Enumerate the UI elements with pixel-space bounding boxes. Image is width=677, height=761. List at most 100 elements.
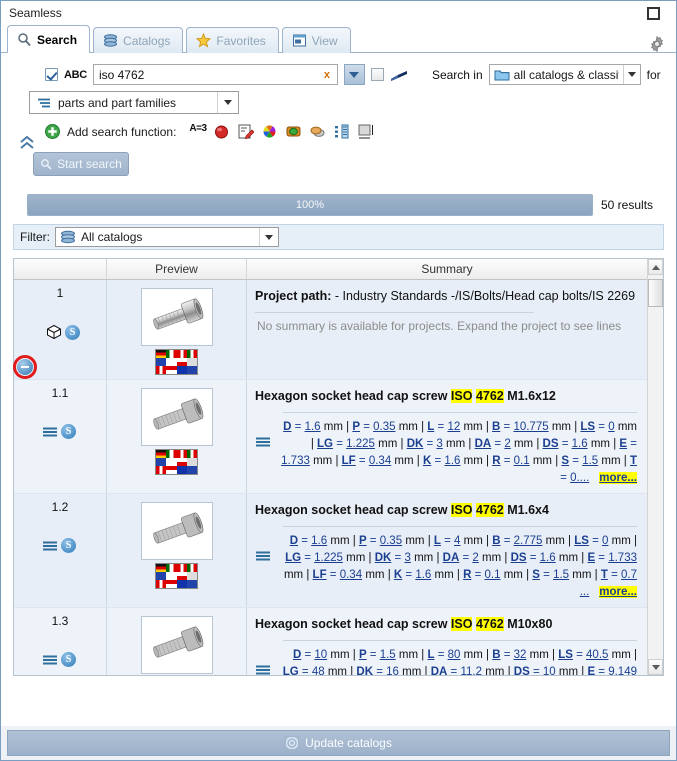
highlight-iso: ISO	[450, 617, 473, 631]
search-in-dropdown-arrow[interactable]	[622, 65, 640, 84]
socket-head-cap-screw-thumbnail	[140, 288, 213, 346]
row-index-cell: 1.3 S	[14, 608, 107, 675]
coins-icon[interactable]	[309, 123, 326, 140]
refresh-icon	[285, 736, 300, 750]
results-scrollbar[interactable]	[647, 259, 663, 675]
folder-icon	[494, 68, 510, 82]
tab-label: Search	[37, 32, 78, 47]
book-icon[interactable]	[390, 67, 408, 83]
numeric-search-icon[interactable]: A=3	[189, 123, 207, 140]
scope-combo[interactable]: parts and part families	[29, 91, 239, 114]
row-index-cell: 1.2 S	[14, 494, 107, 607]
material-sphere-icon[interactable]	[213, 123, 230, 140]
table-row[interactable]: 1 S Project path: - Industry Standards -…	[14, 280, 647, 380]
results-header: Preview Summary	[14, 259, 647, 280]
restore-window-icon[interactable]	[647, 6, 660, 20]
table-row[interactable]: 1.1 S Hexagon socket head cap screw ISO …	[14, 380, 647, 494]
row-summary-cell: Hexagon socket head cap screw ISO 4762 M…	[247, 380, 647, 493]
search-query-row: ABC iso 4762 x Search in all catalogs & …	[1, 61, 676, 88]
filter-combo[interactable]: All catalogs	[55, 227, 279, 247]
row-index: 1	[56, 286, 64, 300]
filter-bar: Filter: All catalogs	[13, 224, 664, 250]
tab-catalogs[interactable]: Catalogs	[93, 27, 184, 53]
filter-label: Filter:	[20, 230, 50, 244]
for-label: for	[646, 67, 661, 82]
search-input-value: iso 4762	[98, 67, 145, 82]
lines-icon[interactable]	[42, 426, 58, 438]
update-catalogs-button[interactable]: Update catalogs	[7, 730, 670, 756]
chevron-down-icon	[224, 100, 232, 105]
add-search-function-label: Add search function:	[67, 124, 177, 139]
tab-view[interactable]: View	[281, 27, 351, 53]
s-badge-icon[interactable]: S	[65, 324, 80, 340]
s-badge-icon[interactable]: S	[61, 424, 76, 439]
highlight-iso: ISO	[450, 503, 473, 517]
lines-icon[interactable]	[42, 540, 58, 552]
lines-icon[interactable]	[255, 550, 271, 562]
search-in-combo[interactable]: all catalogs & classifica	[488, 64, 641, 85]
collapse-project-button[interactable]	[13, 355, 37, 379]
tab-favorites[interactable]: Favorites	[186, 27, 279, 53]
add-search-function-row: Add search function: A=3	[1, 117, 676, 142]
color-wheel-icon[interactable]	[261, 123, 278, 140]
scroll-up-arrow[interactable]	[648, 259, 663, 275]
scroll-down-arrow[interactable]	[648, 659, 663, 675]
highlight-number: 4762	[475, 617, 504, 631]
more-link[interactable]: more...	[599, 586, 637, 598]
search-in-value: all catalogs & classifica	[513, 67, 619, 82]
numeric-search-label: A=3	[189, 123, 207, 134]
secondary-checkbox[interactable]	[370, 68, 384, 81]
thread-icon[interactable]	[285, 123, 302, 140]
start-search-button[interactable]: Start search	[33, 152, 129, 176]
s-badge-icon[interactable]: S	[61, 652, 76, 667]
row-icons: S	[42, 652, 76, 667]
triangle-up-icon	[651, 264, 660, 270]
tab-label: Favorites	[216, 33, 266, 48]
cube-icon[interactable]	[46, 324, 62, 340]
scrollbar-thumb[interactable]	[648, 279, 663, 307]
row-summary-cell: Hexagon socket head cap screw ISO 4762 M…	[247, 494, 647, 607]
socket-head-cap-screw-thumbnail	[140, 388, 213, 446]
divider	[283, 412, 637, 413]
row-preview-cell	[107, 380, 247, 493]
part-parameters: D = 1.6 mm | P = 0.35 mm | L = 12 mm | B…	[255, 419, 637, 487]
lines-icon[interactable]	[42, 654, 58, 666]
edit-document-icon[interactable]	[237, 123, 255, 140]
row-index: 1.1	[51, 386, 69, 400]
double-chevron-up-icon[interactable]	[17, 135, 37, 151]
search-input[interactable]: iso 4762 x	[92, 64, 338, 85]
scrollbar-track[interactable]	[648, 275, 663, 659]
results-body[interactable]: 1 S Project path: - Industry Standards -…	[14, 280, 647, 675]
dimension-icon[interactable]	[357, 123, 374, 140]
row-index: 1.2	[51, 500, 69, 514]
tab-label: Catalogs	[123, 33, 171, 48]
lines-icon[interactable]	[255, 436, 271, 448]
classification-tree-icon[interactable]	[333, 123, 350, 140]
gear-icon[interactable]	[648, 35, 666, 53]
text-search-checkbox[interactable]	[45, 68, 58, 81]
table-row[interactable]: 1.3 S Hexagon socket head cap screw ISO …	[14, 608, 647, 675]
green-plus-icon[interactable]	[45, 124, 60, 139]
title-bar: Seamless	[1, 1, 676, 25]
row-summary-cell: Hexagon socket head cap screw ISO 4762 M…	[247, 608, 647, 675]
clear-search-icon[interactable]: x	[321, 69, 333, 81]
part-parameters: D = 10 mm | P = 1.5 mm | L = 80 mm | B =…	[255, 647, 637, 675]
search-progress-bar: 100%	[27, 194, 593, 216]
tab-search[interactable]: Search	[7, 25, 91, 54]
row-preview-cell	[107, 280, 247, 379]
row-icons: S	[46, 324, 80, 340]
row-index-cell: 1.1 S	[14, 380, 107, 493]
scope-dropdown-arrow[interactable]	[217, 92, 238, 113]
s-badge-icon[interactable]: S	[61, 538, 76, 553]
filter-dropdown-arrow[interactable]	[259, 228, 278, 246]
star-icon	[196, 32, 212, 48]
part-parameters: D = 1.6 mm | P = 0.35 mm | L = 4 mm | B …	[255, 533, 637, 601]
project-path: Project path: - Industry Standards -/IS/…	[255, 289, 637, 303]
table-row[interactable]: 1.2 S Hexagon socket head cap screw ISO …	[14, 494, 647, 608]
more-link[interactable]: more...	[599, 472, 637, 484]
project-note: No summary is available for projects. Ex…	[257, 319, 622, 333]
view-panel-icon	[292, 33, 307, 48]
search-history-dropdown[interactable]	[343, 64, 365, 85]
lines-icon[interactable]	[255, 664, 271, 675]
language-flags-icon	[155, 563, 198, 589]
